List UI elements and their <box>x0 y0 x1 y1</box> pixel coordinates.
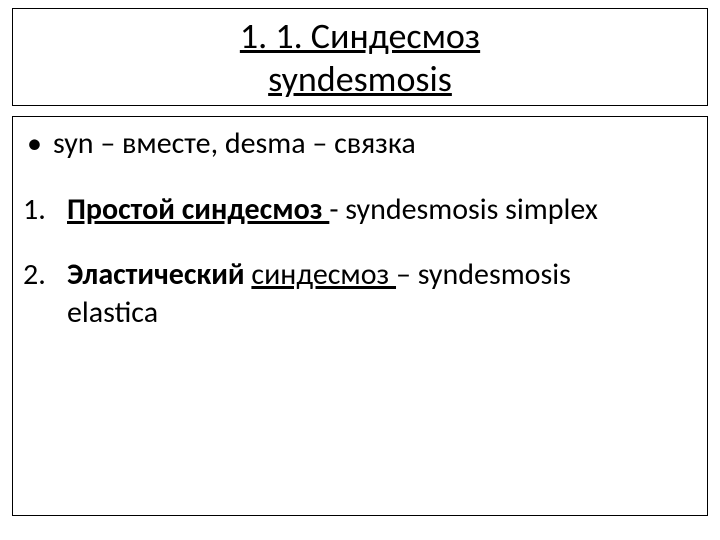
item2-rest-line2: elastica <box>67 294 158 331</box>
title-line-2: syndesmosis <box>17 58 703 101</box>
item2-underlined: синдесмоз <box>251 256 396 293</box>
list-text-2: Эластический синдесмоз – syndesmosis ela… <box>67 256 571 331</box>
etymology-bullet: • syn – вместе, desma – связка <box>23 125 697 163</box>
bullet-dot-icon: • <box>23 125 53 163</box>
list-text-1: Простой синдесмоз - syndesmosis simplex <box>67 191 598 229</box>
title-placeholder: 1. 1. Синдесмоз syndesmosis <box>12 8 708 106</box>
title-line-1: 1. 1. Синдесмоз <box>17 15 703 58</box>
item2-rest-line1: – syndesmosis <box>396 256 571 293</box>
list-item: 1. Простой синдесмоз - syndesmosis simpl… <box>23 191 697 229</box>
list-item: 2. Эластический синдесмоз – syndesmosis … <box>23 256 697 331</box>
list-number-1: 1. <box>23 191 67 229</box>
item2-bold: Эластический <box>67 256 251 293</box>
list-number-2: 2. <box>23 256 67 294</box>
item1-underlined-bold: Простой синдесмоз <box>67 191 329 228</box>
item1-rest: - syndesmosis simplex <box>329 191 598 228</box>
slide: 1. 1. Синдесмоз syndesmosis • syn – вмес… <box>0 0 720 540</box>
body-placeholder: • syn – вместе, desma – связка 1. Просто… <box>12 116 708 516</box>
etymology-text: syn – вместе, desma – связка <box>53 125 416 163</box>
